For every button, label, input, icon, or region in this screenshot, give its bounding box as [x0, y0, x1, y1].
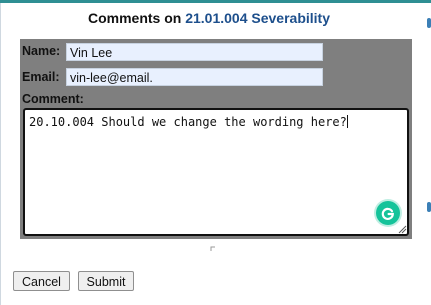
submit-button[interactable]: Submit [78, 271, 134, 291]
comment-text: 20.10.004 Should we change the wording h… [29, 115, 347, 129]
comment-label: Comment: [22, 92, 84, 106]
dialog-title: Comments on 21.01.004 Severability [0, 10, 418, 26]
dialog-title-prefix: Comments on [87, 10, 186, 26]
background-page-edge [419, 3, 431, 305]
background-marker [427, 202, 431, 212]
text-caret [346, 115, 348, 128]
name-label: Name: [22, 44, 61, 58]
email-label: Email: [22, 70, 60, 84]
email-field[interactable]: vin-lee@email. [66, 68, 323, 86]
resize-grip-icon[interactable] [398, 225, 407, 234]
grammarly-icon[interactable] [376, 201, 400, 225]
drag-handle-icon[interactable] [210, 246, 216, 252]
cancel-button[interactable]: Cancel [13, 271, 70, 291]
dialog-title-link[interactable]: 21.01.004 Severability [185, 10, 330, 26]
name-field[interactable]: Vin Lee [66, 43, 323, 61]
comment-textarea[interactable]: 20.10.004 Should we change the wording h… [23, 108, 409, 236]
grammarly-g-glyph [381, 207, 394, 220]
background-marker [427, 18, 431, 28]
